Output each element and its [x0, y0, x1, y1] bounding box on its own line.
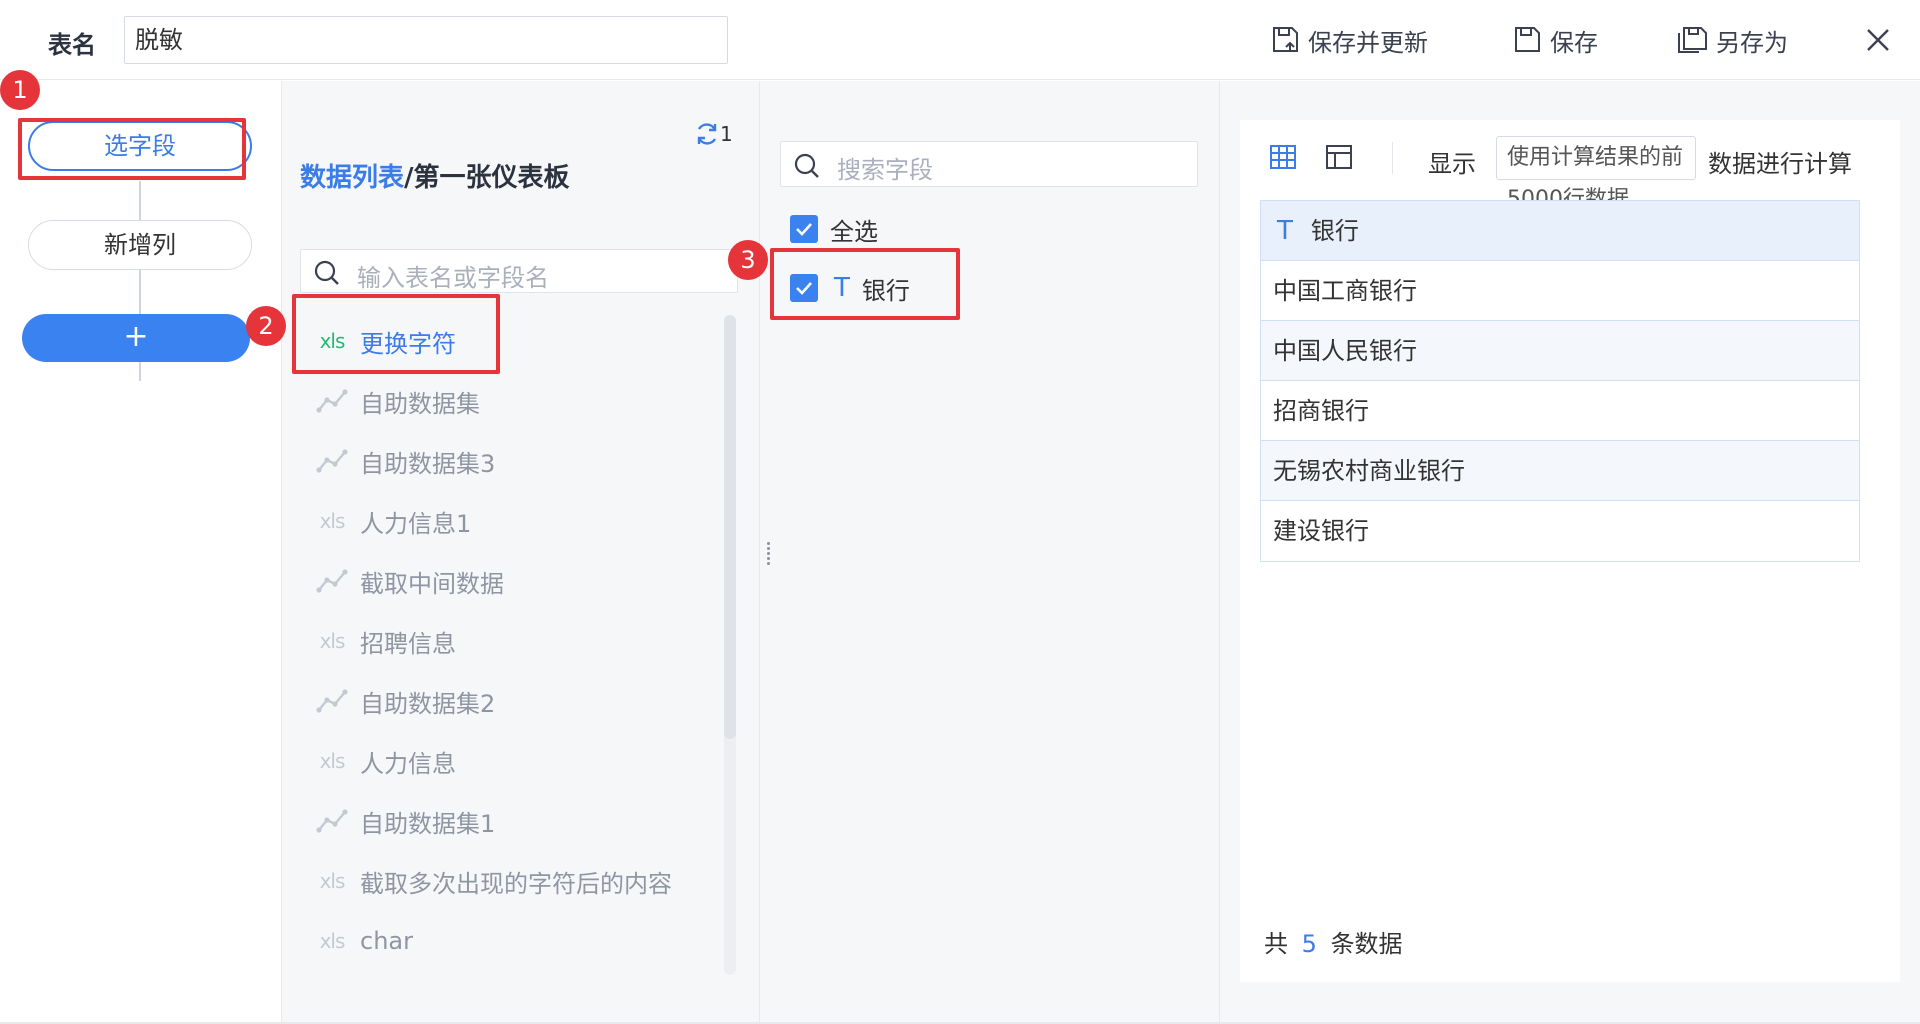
- checkbox-checked-icon: [790, 215, 818, 243]
- table-view-icon[interactable]: [1268, 142, 1298, 172]
- dataset-item-label: 自助数据集3: [360, 449, 496, 478]
- field-search-input[interactable]: 搜索字段: [780, 141, 1198, 187]
- table-row[interactable]: 招商银行: [1261, 381, 1859, 441]
- table-row[interactable]: 建设银行: [1261, 501, 1859, 561]
- save-label: 保存: [1550, 28, 1598, 57]
- dataset-item-label: 人力信息1: [360, 509, 472, 538]
- fields-panel: 搜索字段 全选 T 银行: [760, 81, 1220, 1024]
- dataset-item-label: 招聘信息: [360, 629, 456, 658]
- dataset-item[interactable]: 自助数据集: [314, 381, 480, 421]
- resize-handle-left[interactable]: [767, 540, 775, 566]
- xls-icon: xls: [319, 929, 346, 953]
- scrollbar-thumb[interactable]: [724, 315, 736, 739]
- refresh-icon: [697, 123, 717, 145]
- row-count-value: 5: [1301, 930, 1317, 958]
- dataset-item-label: 人力信息: [360, 749, 456, 778]
- column-header-bank: 银行: [1310, 216, 1359, 245]
- table-row[interactable]: 中国工商银行: [1261, 261, 1859, 321]
- breadcrumb-separator: /: [404, 163, 414, 193]
- dataset-item-label: 自助数据集: [360, 389, 480, 418]
- field-search-placeholder: 搜索字段: [837, 156, 933, 184]
- dataset-icon: [314, 448, 350, 474]
- row-count-prefix: 共: [1264, 930, 1288, 958]
- annotation-box-3: [770, 248, 960, 320]
- dataset-item[interactable]: xls 人力信息1: [314, 501, 472, 541]
- annotation-box-1: [18, 118, 246, 180]
- data-list-panel: 1 数据列表/第一张仪表板 输入表名或字段名 xls 更换字符 自助数据集 自助数据集…: [282, 81, 760, 1024]
- dataset-item[interactable]: xls char: [314, 921, 413, 961]
- table-header[interactable]: T 银行: [1261, 201, 1859, 261]
- top-toolbar: 表名 脱敏 保存并更新 保存 另存为: [0, 0, 1920, 80]
- save-and-update-button[interactable]: 保存并更新: [1270, 22, 1428, 58]
- step-column: 选字段 新增列 +: [0, 81, 282, 1024]
- annotation-badge-1: 1: [0, 70, 40, 110]
- table-name-input[interactable]: 脱敏: [124, 16, 728, 64]
- row-count-suffix: 条数据: [1330, 930, 1403, 958]
- table-name-label: 表名: [48, 31, 96, 59]
- save-as-label: 另存为: [1716, 28, 1788, 57]
- xls-icon: xls: [319, 629, 346, 653]
- dataset-item-label: 截取多次出现的字符后的内容: [360, 869, 672, 898]
- save-and-update-label: 保存并更新: [1308, 28, 1428, 57]
- step-add-column[interactable]: 新增列: [28, 220, 252, 270]
- dataset-icon: [314, 688, 350, 714]
- save-button[interactable]: 保存: [1512, 22, 1598, 58]
- dataset-item[interactable]: xls 招聘信息: [314, 621, 456, 661]
- toolbar-divider: [1392, 142, 1393, 174]
- select-all-checkbox[interactable]: 全选: [790, 211, 878, 247]
- dataset-item-label: 截取中间数据: [360, 569, 504, 598]
- table-search-input[interactable]: 输入表名或字段名: [300, 249, 738, 293]
- dataset-icon: [314, 388, 350, 414]
- layout-view-icon[interactable]: [1324, 142, 1354, 172]
- dataset-icon: [314, 568, 350, 594]
- dataset-item[interactable]: 自助数据集3: [314, 441, 495, 481]
- table-row[interactable]: 无锡农村商业银行: [1261, 441, 1859, 501]
- xls-icon: xls: [319, 869, 346, 893]
- close-icon[interactable]: [1862, 24, 1894, 56]
- breadcrumb: 数据列表/第一张仪表板: [300, 157, 570, 194]
- xls-icon: xls: [319, 749, 346, 773]
- text-type-icon: T: [1277, 215, 1293, 246]
- table-row[interactable]: 中国人民银行: [1261, 321, 1859, 381]
- annotation-badge-3: 3: [728, 240, 768, 280]
- dataset-icon: [314, 808, 350, 834]
- search-icon: [314, 260, 339, 285]
- etl-editor-window: 表名 脱敏 保存并更新 保存 另存为 选字段 新增列 + 1 数据列表/第一张仪…: [0, 0, 1920, 1024]
- annotation-badge-2: 2: [246, 306, 286, 346]
- preview-panel: 显示 使用计算结果的前5000行数据 数据进行计算 T 银行 中国工商银行 中国人…: [1240, 120, 1900, 982]
- xls-icon: xls: [319, 509, 346, 533]
- calc-rows-select[interactable]: 使用计算结果的前5000行数据: [1496, 136, 1696, 212]
- calc-text-prefix: 显示: [1428, 150, 1476, 178]
- save-update-icon: [1273, 27, 1298, 52]
- dataset-item[interactable]: xls 截取多次出现的字符后的内容: [314, 861, 672, 901]
- refresh-button[interactable]: 1: [694, 121, 733, 147]
- add-step-button[interactable]: +: [22, 314, 250, 362]
- breadcrumb-data-list-link[interactable]: 数据列表: [300, 163, 404, 193]
- dataset-item-label: 自助数据集1: [360, 809, 496, 838]
- breadcrumb-current: 第一张仪表板: [413, 163, 570, 193]
- refresh-count: 1: [720, 122, 733, 146]
- row-count: 共 5 条数据: [1264, 924, 1403, 959]
- save-as-icon: [1678, 27, 1707, 53]
- save-as-button[interactable]: 另存为: [1676, 22, 1788, 58]
- dataset-item[interactable]: 自助数据集2: [314, 681, 495, 721]
- select-all-label: 全选: [830, 217, 878, 246]
- annotation-box-2: [292, 294, 500, 374]
- dataset-item[interactable]: 自助数据集1: [314, 801, 495, 841]
- dataset-item-label: 自助数据集2: [360, 689, 496, 718]
- calc-text-suffix: 数据进行计算: [1708, 150, 1852, 178]
- save-icon: [1515, 27, 1540, 52]
- search-icon: [794, 153, 819, 178]
- dataset-item[interactable]: xls 人力信息: [314, 741, 456, 781]
- dataset-item-label: char: [360, 927, 413, 955]
- dataset-item[interactable]: 截取中间数据: [314, 561, 504, 601]
- table-search-placeholder: 输入表名或字段名: [357, 264, 549, 292]
- preview-table: T 银行 中国工商银行 中国人民银行 招商银行 无锡农村商业银行 建设银行: [1260, 200, 1860, 562]
